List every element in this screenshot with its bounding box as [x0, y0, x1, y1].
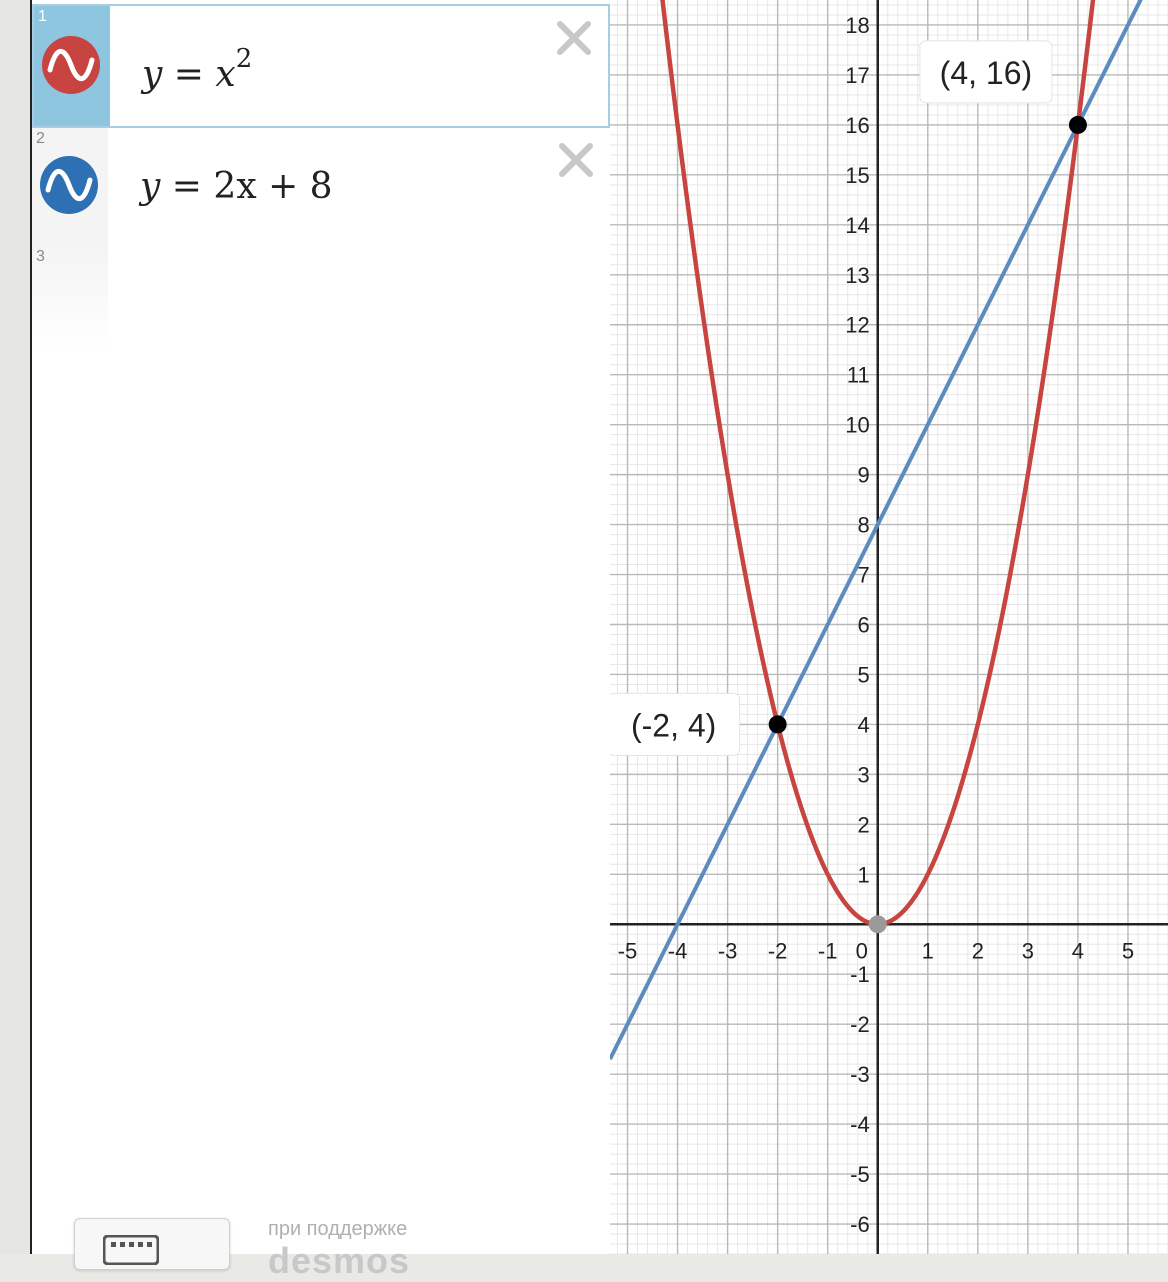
y-tick-label: 5 [857, 662, 869, 687]
y-tick-label: 14 [845, 213, 869, 238]
x-tick-label: -3 [718, 938, 738, 963]
x-tick-label: -4 [668, 938, 688, 963]
x-tick-label: 5 [1122, 938, 1134, 963]
point-label-text: (4, 16) [940, 55, 1032, 91]
y-tick-label: 8 [857, 513, 869, 538]
point-label: (-2, 4) [610, 692, 741, 756]
y-tick-label: 1 [857, 862, 869, 887]
expression-input-2[interactable]: y = 2x + 8 [140, 166, 333, 207]
x-tick-label: 1 [922, 938, 934, 963]
x-tick-label: -1 [818, 938, 838, 963]
delete-expression-icon[interactable] [556, 140, 596, 180]
major-gridlines [610, 0, 1168, 1254]
graph-canvas[interactable]: -5 -4 -3 -2 -1 0 1 2 3 4 5123456789101112131415161… [610, 0, 1168, 1254]
x-tick-label: 2 [972, 938, 984, 963]
y-tick-label: -4 [850, 1112, 870, 1137]
y-tick-label: 11 [847, 363, 870, 388]
y-tick-label: 15 [845, 163, 869, 188]
point-label-text: (-2, 4) [631, 707, 716, 743]
row-number: 1 [38, 8, 47, 25]
y-tick-label: 16 [845, 113, 869, 138]
expression-row-1[interactable]: 1 y = x2 [32, 4, 610, 128]
powered-by-text: при поддержке [268, 1218, 408, 1240]
expression-gutter[interactable]: 1 [34, 6, 110, 126]
y-tick-label: 18 [845, 13, 869, 38]
curves [610, 0, 1143, 1061]
x-tick-label: -2 [768, 938, 788, 963]
y-tick-label: -1 [850, 962, 870, 987]
y-tick-label: 2 [857, 812, 869, 837]
expression-gutter[interactable]: 2 [32, 128, 108, 246]
line-curve [610, 0, 1143, 1061]
expression-row-3[interactable]: 3 [32, 246, 610, 352]
graph-paper[interactable]: -5 -4 -3 -2 -1 0 1 2 3 4 5 1 2 3 4 5 6 7 8 9 10 11 12 13 14 15 16 1… [610, 0, 1168, 1254]
row-number: 3 [36, 248, 45, 265]
intersection-point [1068, 115, 1087, 134]
x-tick-label: -5 [618, 938, 638, 963]
desmos-logo: desmos [268, 1240, 411, 1281]
minor-gridlines [610, 0, 1168, 1254]
expression-list: 1 y = x2 2 y = 2x + 8 3 при поддержке de… [30, 0, 610, 1281]
keyboard-icon [103, 1235, 159, 1265]
axes [610, 0, 1168, 1254]
y-tick-label: -5 [850, 1162, 870, 1187]
y-tick-label: -2 [850, 1012, 870, 1037]
point-label: (4, 16) [919, 40, 1053, 104]
y-tick-label: 3 [857, 762, 869, 787]
expression-input-1[interactable]: y = x2 [142, 44, 252, 95]
vertex-point [868, 915, 887, 934]
y-tick-label: 17 [845, 63, 869, 88]
row-number: 2 [36, 130, 45, 147]
keyboard-toggle-button[interactable] [74, 1218, 230, 1270]
y-tick-label: 9 [857, 463, 869, 488]
x-tick-label: 4 [1072, 938, 1084, 963]
y-tick-label: 13 [845, 263, 869, 288]
y-tick-label: 12 [845, 313, 869, 338]
curve-color-icon[interactable] [42, 36, 100, 94]
curve-color-icon[interactable] [40, 156, 98, 214]
y-tick-label: 10 [845, 413, 869, 438]
y-tick-label: 4 [857, 712, 869, 737]
left-edge-strip [0, 0, 30, 1254]
x-tick-label: 0 [856, 938, 868, 963]
y-tick-label: 7 [857, 563, 869, 588]
expression-gutter[interactable]: 3 [32, 246, 108, 352]
delete-expression-icon[interactable] [554, 18, 594, 58]
expression-row-2[interactable]: 2 y = 2x + 8 [32, 128, 610, 247]
y-tick-label: -6 [850, 1212, 870, 1237]
parabola-curve [660, 0, 1096, 927]
intersection-point [768, 715, 787, 734]
y-tick-label: 6 [857, 613, 869, 638]
x-tick-label: 3 [1022, 938, 1034, 963]
y-tick-label: -3 [850, 1062, 870, 1087]
